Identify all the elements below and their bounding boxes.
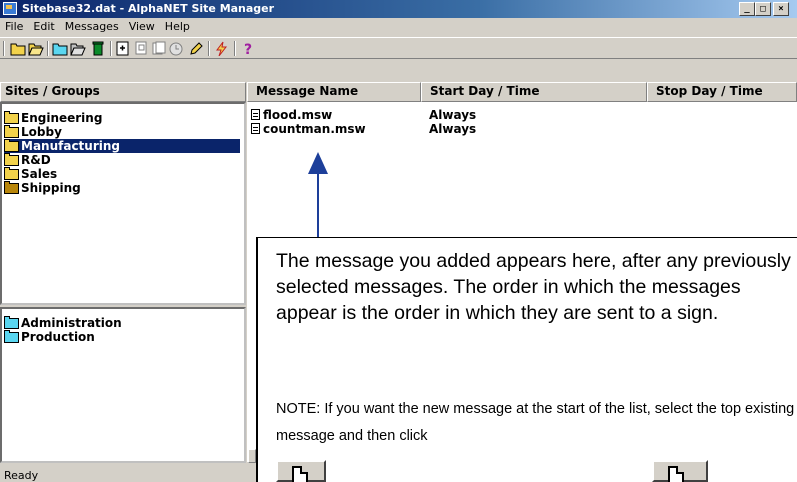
document-icon [251,123,260,134]
minimize-button[interactable]: _ [739,2,755,16]
close-button[interactable]: × [773,2,789,16]
tree-item-lobby[interactable]: Lobby [4,124,62,139]
open-folder-icon [4,138,19,152]
folder-icon [4,329,19,343]
trash-icon[interactable] [90,41,106,56]
message-start: Always [429,122,477,136]
open-folder-icon[interactable] [28,41,44,56]
document-icon [668,466,684,482]
tree-item-manufacturing[interactable]: Manufacturing [4,138,240,153]
app-window: Sitebase32.dat - AlphaNET Site Manager _… [0,0,797,482]
annotation-callout: The message you added appears here, afte… [256,237,797,482]
message-row[interactable]: flood.msw [251,108,332,122]
menu-view[interactable]: View [124,18,160,36]
window-title: Sitebase32.dat - AlphaNET Site Manager [22,2,275,15]
message-name: countman.msw [263,122,366,136]
menu-messages[interactable]: Messages [60,18,124,36]
callout-main-text: The message you added appears here, afte… [276,250,791,324]
message-row[interactable]: countman.msw [251,122,366,136]
toolbar: ? [0,37,797,59]
menu-edit[interactable]: Edit [28,18,59,36]
column-header-start[interactable]: Start Day / Time [421,82,647,102]
tree-item-sales[interactable]: Sales [4,166,58,181]
toolbar-grip [3,41,5,56]
tree-item-label: Manufacturing [21,139,120,153]
sites-groups-header: Sites / Groups [0,82,246,102]
tree-item-administration[interactable]: Administration [4,315,122,330]
maximize-button[interactable]: □ [755,2,771,16]
menu-bar: File Edit Messages View Help [0,18,797,36]
toolbar-separator [110,41,112,56]
menu-file[interactable]: File [0,18,28,36]
folder-icon [4,166,19,180]
toolbar-separator [234,41,236,56]
status-bar: Ready [4,469,39,482]
tree-item-label: R&D [21,153,51,167]
app-icon [3,2,17,15]
tree-item-label: Administration [21,316,122,330]
tree-item-production[interactable]: Production [4,329,95,344]
column-header-message-name[interactable]: Message Name [247,82,421,102]
folder-icon [4,124,19,138]
message-start: Always [429,108,477,122]
annotation-arrow-head [308,152,328,174]
sites-tree-pane[interactable]: Engineering Lobby Manufacturing R&D Sale… [0,102,246,305]
signs-tree-pane[interactable]: Administration Production [0,307,246,463]
schedule-icon[interactable] [168,41,184,56]
folder-icon [4,315,19,329]
tree-item-label: Production [21,330,95,344]
tree-item-engineering[interactable]: Engineering [4,110,103,125]
document-icon [292,466,308,482]
document-icon [251,109,260,120]
send-lightning-icon[interactable] [214,41,230,56]
add-message-button[interactable] [652,460,708,482]
message-name: flood.msw [263,108,333,122]
tree-item-label: Lobby [21,125,62,139]
svg-text:?: ? [244,42,252,56]
tree-item-rnd[interactable]: R&D [4,152,51,167]
scrollbar-left-arrow[interactable] [248,449,256,463]
folder-icon [4,110,19,124]
tree-item-label: Shipping [21,181,81,195]
column-header-stop[interactable]: Stop Day / Time [647,82,797,102]
tree-item-label: Sales [21,167,58,181]
tree-item-shipping[interactable]: Shipping [4,180,81,195]
open-folder-2-icon[interactable] [70,41,86,56]
folder-icon [4,152,19,166]
folder-icon[interactable] [52,41,68,56]
move-to-top-button[interactable] [276,460,326,482]
title-bar[interactable]: Sitebase32.dat - AlphaNET Site Manager _… [0,0,797,18]
tree-item-label: Engineering [21,111,103,125]
help-icon[interactable]: ? [240,41,256,56]
toolbar-separator [208,41,210,56]
annotation-arrow-line [317,172,319,238]
paste-icon[interactable] [151,41,167,56]
caption-buttons: _ □ × [739,2,789,16]
edit-pencil-icon[interactable] [188,41,204,56]
toolbar-separator [47,41,49,56]
add-message-icon[interactable] [115,41,131,56]
new-folder-icon[interactable] [10,41,26,56]
menu-help[interactable]: Help [160,18,195,36]
copy-icon[interactable] [134,41,150,56]
folder-icon [4,180,19,194]
callout-note-text: NOTE: If you want the new message at the… [276,401,795,444]
